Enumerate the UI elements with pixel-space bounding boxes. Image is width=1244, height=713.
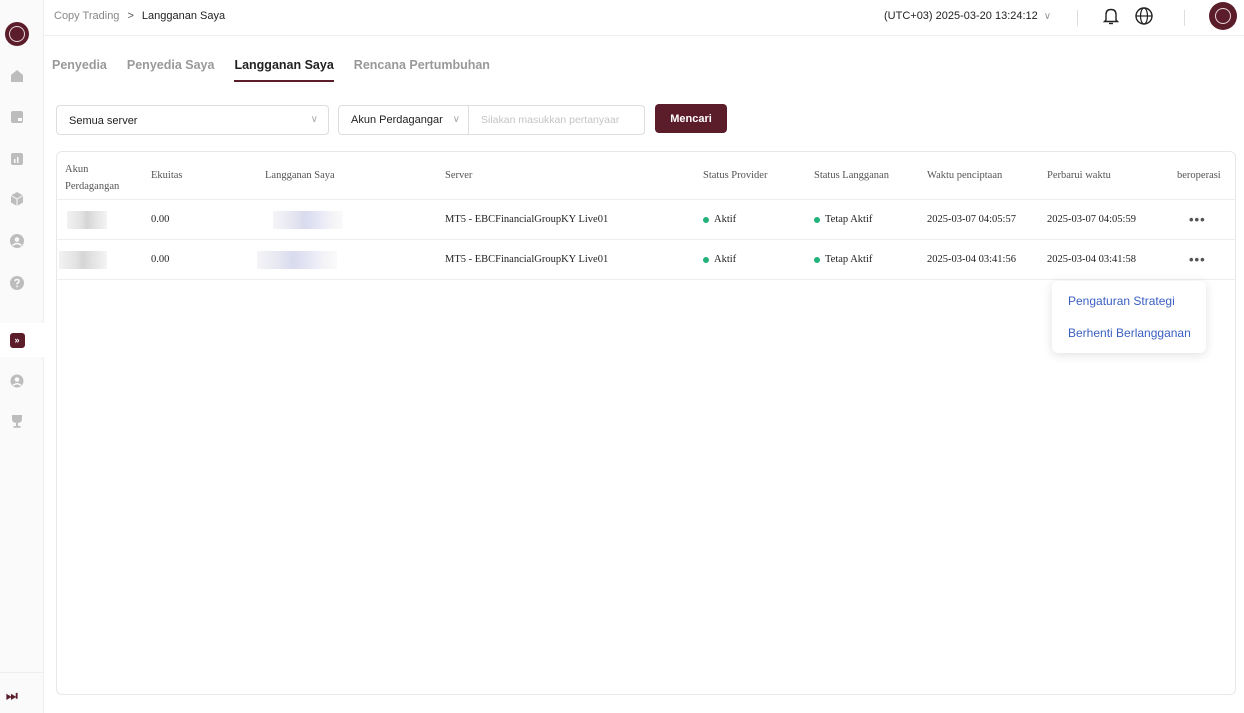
chevron-down-icon: ∨ <box>452 114 460 125</box>
user-icon[interactable] <box>8 232 26 250</box>
redacted-account <box>67 211 107 229</box>
timezone-selector[interactable]: (UTC+03) 2025-03-20 13:24:12 ∨ <box>884 10 1051 22</box>
more-actions-icon[interactable]: ••• <box>1189 212 1206 227</box>
column-header: Ekuitas <box>151 170 183 181</box>
search-button[interactable]: Mencari <box>655 104 727 133</box>
breadcrumb-root[interactable]: Copy Trading <box>54 10 119 22</box>
collapse-sidebar-icon[interactable]: ⏭ <box>6 688 18 704</box>
redacted-subscription <box>257 251 337 269</box>
bell-icon[interactable] <box>1102 6 1120 26</box>
chevron-down-icon: ∨ <box>1043 10 1052 22</box>
home-icon[interactable] <box>8 67 26 85</box>
header-divider <box>1077 10 1078 26</box>
table-header: Akun Perdagangan Ekuitas Langganan Saya … <box>57 152 1235 200</box>
tab-penyedia[interactable]: Penyedia <box>52 58 107 82</box>
search-combo: Akun Perdagangar ∨ <box>338 105 645 135</box>
search-input[interactable] <box>469 106 644 134</box>
equity-cell: 0.00 <box>151 214 170 225</box>
tab-bar: Penyedia Penyedia Saya Langganan Saya Re… <box>52 58 510 82</box>
provider-status-cell: Aktif <box>703 214 736 225</box>
trophy-icon[interactable] <box>8 412 26 430</box>
redacted-account <box>59 251 107 269</box>
breadcrumb-separator-icon: > <box>127 10 134 22</box>
column-header: Status Provider <box>703 170 768 181</box>
server-cell: MT5 - EBCFinancialGroupKY Live01 <box>445 254 609 265</box>
table-row: 0.00 MT5 - EBCFinancialGroupKY Live01 Ak… <box>57 200 1235 240</box>
wallet-icon[interactable] <box>8 108 26 126</box>
account-type-value: Akun Perdagangar <box>351 114 443 126</box>
avatar[interactable] <box>1209 2 1237 30</box>
subscription-status-cell: Tetap Aktif <box>814 254 872 265</box>
server-select-value: Semua server <box>69 115 138 127</box>
status-text: Tetap Aktif <box>825 214 873 225</box>
tab-rencana-pertumbuhan[interactable]: Rencana Pertumbuhan <box>354 58 490 82</box>
column-header: Langganan Saya <box>265 170 335 181</box>
subscription-status-cell: Tetap Aktif <box>814 214 872 225</box>
column-header: Akun Perdagangan <box>65 164 120 192</box>
status-text: Aktif <box>714 214 737 225</box>
sidebar: » ⏭ <box>0 0 44 713</box>
copy-trading-icon[interactable]: » <box>8 331 26 349</box>
breadcrumb: Copy Trading > Langganan Saya <box>54 10 225 22</box>
updated-time-cell: 2025-03-07 04:05:59 <box>1047 214 1136 225</box>
server-select[interactable]: Semua server ∨ <box>56 105 329 135</box>
tab-penyedia-saya[interactable]: Penyedia Saya <box>127 58 215 82</box>
menu-item-unsubscribe[interactable]: Berhenti Berlangganan <box>1068 326 1191 340</box>
header-divider <box>1184 10 1185 26</box>
column-header: Perbarui waktu <box>1047 170 1111 181</box>
status-text: Tetap Aktif <box>825 254 873 265</box>
chevron-down-icon: ∨ <box>310 114 318 125</box>
tab-langganan-saya[interactable]: Langganan Saya <box>234 58 335 82</box>
brand-logo-icon[interactable] <box>5 22 29 46</box>
server-cell: MT5 - EBCFinancialGroupKY Live01 <box>445 214 609 225</box>
help-icon[interactable] <box>8 274 26 292</box>
created-time-cell: 2025-03-07 04:05:57 <box>927 214 1016 225</box>
account-type-select[interactable]: Akun Perdagangar ∨ <box>339 106 469 134</box>
column-header: Status Langganan <box>814 170 889 181</box>
breadcrumb-current: Langganan Saya <box>141 10 226 22</box>
subscription-table: Akun Perdagangan Ekuitas Langganan Saya … <box>56 151 1236 695</box>
menu-item-strategy-settings[interactable]: Pengaturan Strategi <box>1068 294 1175 308</box>
globe-icon[interactable] <box>1134 6 1154 26</box>
table-row: 0.00 MT5 - EBCFinancialGroupKY Live01 Ak… <box>57 240 1235 280</box>
column-header: Waktu penciptaan <box>927 170 1003 181</box>
top-header: Copy Trading > Langganan Saya (UTC+03) 2… <box>44 0 1244 36</box>
status-dot-icon <box>814 256 820 263</box>
status-text: Aktif <box>714 254 737 265</box>
status-dot-icon <box>703 216 709 223</box>
cube-icon[interactable] <box>8 190 26 208</box>
provider-status-cell: Aktif <box>703 254 736 265</box>
more-actions-icon[interactable]: ••• <box>1189 252 1206 267</box>
column-header: Server <box>445 170 473 181</box>
created-time-cell: 2025-03-04 03:41:56 <box>927 254 1016 265</box>
chart-icon[interactable] <box>8 150 26 168</box>
timezone-text: (UTC+03) 2025-03-20 13:24:12 <box>884 10 1038 22</box>
sidebar-divider <box>0 672 44 673</box>
equity-cell: 0.00 <box>151 254 170 265</box>
status-dot-icon <box>703 256 709 263</box>
profile-icon[interactable] <box>8 372 26 390</box>
status-dot-icon <box>814 216 820 223</box>
updated-time-cell: 2025-03-04 03:41:58 <box>1047 254 1136 265</box>
redacted-subscription <box>273 211 343 229</box>
column-header: beroperasi <box>1177 170 1221 181</box>
row-actions-menu: Pengaturan Strategi Berhenti Berlanggana… <box>1052 281 1206 353</box>
